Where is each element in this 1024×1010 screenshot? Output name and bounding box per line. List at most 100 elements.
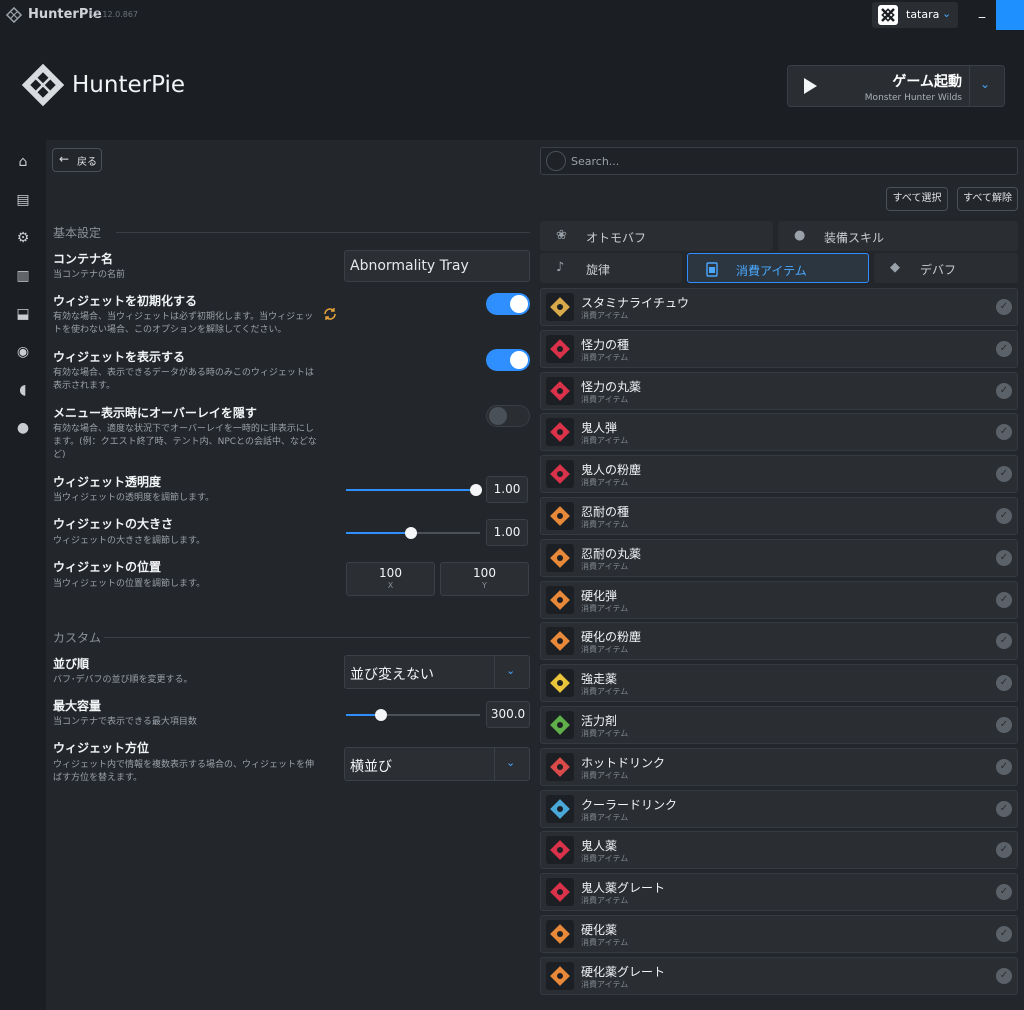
tab-equipment-skills[interactable]: ● 装備スキル xyxy=(778,221,1018,251)
list-item[interactable]: 怪力の丸薬 消費アイテム ✓ xyxy=(540,371,1018,410)
show-widget-desc: 有効な場合、表示できるデータがある時のみこのウィジェットは表示されます。 xyxy=(53,368,314,391)
show-widget-toggle[interactable] xyxy=(486,349,530,371)
checkmark-icon[interactable]: ✓ xyxy=(996,884,1012,901)
note-icon: ♪ xyxy=(556,260,565,275)
checkmark-icon[interactable]: ✓ xyxy=(996,633,1012,650)
list-item[interactable]: ホットドリンク 消費アイテム ✓ xyxy=(540,747,1018,786)
consumable-icon xyxy=(546,961,574,990)
tab-debuffs-label: デバフ xyxy=(920,263,957,277)
select-all-button[interactable]: すべて選択 xyxy=(886,187,948,211)
discord-icon[interactable]: ◉ xyxy=(14,343,32,361)
toggle-knob xyxy=(489,407,507,425)
scale-value[interactable]: 1.00 xyxy=(486,519,528,546)
sort-value: 並び変えない xyxy=(350,667,434,683)
item-name: クーラードリンク xyxy=(581,797,678,812)
container-name-input[interactable] xyxy=(344,250,530,282)
github-icon[interactable]: ● xyxy=(14,419,32,437)
minimize-button[interactable]: _ xyxy=(968,4,996,26)
sort-dropdown[interactable]: 並び変えない ⌄ xyxy=(344,655,530,689)
item-name: 怪力の種 xyxy=(581,337,630,352)
list-item[interactable]: 強走薬 消費アイテム ✓ xyxy=(540,664,1018,703)
user-account-button[interactable]: tatara ⌄ xyxy=(872,2,958,28)
consumable-icon xyxy=(546,334,574,363)
checkmark-icon[interactable]: ✓ xyxy=(996,967,1012,984)
position-y-field[interactable]: 100 Y xyxy=(440,562,529,596)
checkmark-icon[interactable]: ✓ xyxy=(996,549,1012,566)
chevron-down-icon[interactable]: ⌄ xyxy=(980,77,990,91)
patreon-icon[interactable]: ◖ xyxy=(14,381,32,399)
checkmark-icon[interactable]: ✓ xyxy=(996,466,1012,483)
home-icon[interactable]: ⌂ xyxy=(14,153,32,171)
search-box[interactable] xyxy=(540,147,1018,175)
checkmark-icon[interactable]: ✓ xyxy=(996,758,1012,775)
settings-icon[interactable]: ⚙ xyxy=(14,229,32,247)
checkmark-icon[interactable]: ✓ xyxy=(996,424,1012,441)
tab-otomo-buffs[interactable]: ❀ オトモバフ xyxy=(540,221,773,251)
slider-knob[interactable] xyxy=(375,709,387,721)
item-name: 硬化弾 xyxy=(581,588,618,603)
tab-melody[interactable]: ♪ 旋律 xyxy=(540,253,682,283)
close-button[interactable] xyxy=(996,0,1024,30)
checkmark-icon[interactable]: ✓ xyxy=(996,340,1012,357)
checkmark-icon[interactable]: ✓ xyxy=(996,800,1012,817)
list-item[interactable]: 硬化の粉塵 消費アイテム ✓ xyxy=(540,622,1018,661)
brand-name: HunterPie xyxy=(72,72,185,98)
consumable-icon xyxy=(546,460,574,489)
checkmark-icon[interactable]: ✓ xyxy=(996,926,1012,942)
checkmark-icon[interactable]: ✓ xyxy=(996,299,1012,315)
app-version: v2.12.0.867 xyxy=(90,10,138,19)
checkmark-icon[interactable]: ✓ xyxy=(996,717,1012,733)
list-item[interactable]: 忍耐の丸薬 消費アイテム ✓ xyxy=(540,538,1018,577)
helmet-icon: ● xyxy=(794,228,806,243)
max-capacity-value[interactable]: 300.0 xyxy=(486,701,530,728)
position-x-field[interactable]: 100 X xyxy=(346,562,435,596)
tab-debuffs[interactable]: ◆ デバフ xyxy=(874,253,1018,283)
position-y-value: 100 xyxy=(473,566,496,580)
list-item[interactable]: 鬼人薬 消費アイテム ✓ xyxy=(540,831,1018,870)
orientation-label: ウィジェット方位 xyxy=(53,741,150,755)
book-icon[interactable]: ▥ xyxy=(14,267,32,285)
tab-consumables[interactable]: 消費アイテム xyxy=(687,253,869,283)
list-item[interactable]: 硬化薬 消費アイテム ✓ xyxy=(540,915,1018,953)
list-item[interactable]: 硬化薬グレート 消費アイテム ✓ xyxy=(540,956,1018,995)
sync-icon[interactable] xyxy=(322,306,338,322)
list-item[interactable]: 忍耐の種 消費アイテム ✓ xyxy=(540,497,1018,535)
tab-consumables-label: 消費アイテム xyxy=(736,264,807,278)
list-item[interactable]: クーラードリンク 消費アイテム ✓ xyxy=(540,789,1018,828)
play-icon xyxy=(804,78,817,94)
consumable-icon xyxy=(546,502,574,530)
scale-label: ウィジェットの大きさ xyxy=(53,517,174,531)
search-input[interactable] xyxy=(571,152,1001,170)
console-icon[interactable]: ▤ xyxy=(14,191,32,209)
max-capacity-label: 最大容量 xyxy=(53,699,102,713)
consumable-icon xyxy=(546,376,574,405)
checkmark-icon[interactable]: ✓ xyxy=(996,842,1012,859)
item-category: 消費アイテム xyxy=(581,352,629,362)
checkmark-icon[interactable]: ✓ xyxy=(996,675,1012,692)
list-item[interactable]: 鬼人の粉塵 消費アイテム ✓ xyxy=(540,455,1018,494)
launch-game-button[interactable]: ゲーム起動 Monster Hunter Wilds ⌄ xyxy=(787,65,1005,107)
orientation-dropdown[interactable]: 横並び ⌄ xyxy=(344,747,530,781)
opacity-value[interactable]: 1.00 xyxy=(486,476,528,503)
list-item[interactable]: 活力剤 消費アイテム ✓ xyxy=(540,706,1018,744)
slider-knob[interactable] xyxy=(470,484,482,496)
chevron-down-icon: ⌄ xyxy=(506,756,516,769)
item-name: 鬼人弾 xyxy=(581,421,618,436)
debuff-icon: ◆ xyxy=(890,260,900,275)
checkmark-icon[interactable]: ✓ xyxy=(996,508,1012,524)
checkmark-icon[interactable]: ✓ xyxy=(996,591,1012,608)
back-button[interactable]: ← 戻る xyxy=(52,148,102,172)
deselect-all-button[interactable]: すべて解除 xyxy=(957,187,1018,211)
tray-icon[interactable]: ⬓ xyxy=(14,305,32,323)
hunterpie-logo-icon xyxy=(6,7,22,23)
list-item[interactable]: 怪力の種 消費アイテム ✓ xyxy=(540,329,1018,368)
list-item[interactable]: 硬化弾 消費アイテム ✓ xyxy=(540,580,1018,619)
list-item[interactable]: スタミナライチュウ 消費アイテム ✓ xyxy=(540,288,1018,326)
list-item[interactable]: 鬼人弾 消費アイテム ✓ xyxy=(540,413,1018,452)
slider-knob[interactable] xyxy=(405,527,417,539)
consumable-icon xyxy=(546,836,574,865)
hide-overlay-toggle[interactable] xyxy=(486,405,530,427)
checkmark-icon[interactable]: ✓ xyxy=(996,382,1012,399)
init-widget-toggle[interactable] xyxy=(486,293,530,315)
list-item[interactable]: 鬼人薬グレート 消費アイテム ✓ xyxy=(540,873,1018,912)
